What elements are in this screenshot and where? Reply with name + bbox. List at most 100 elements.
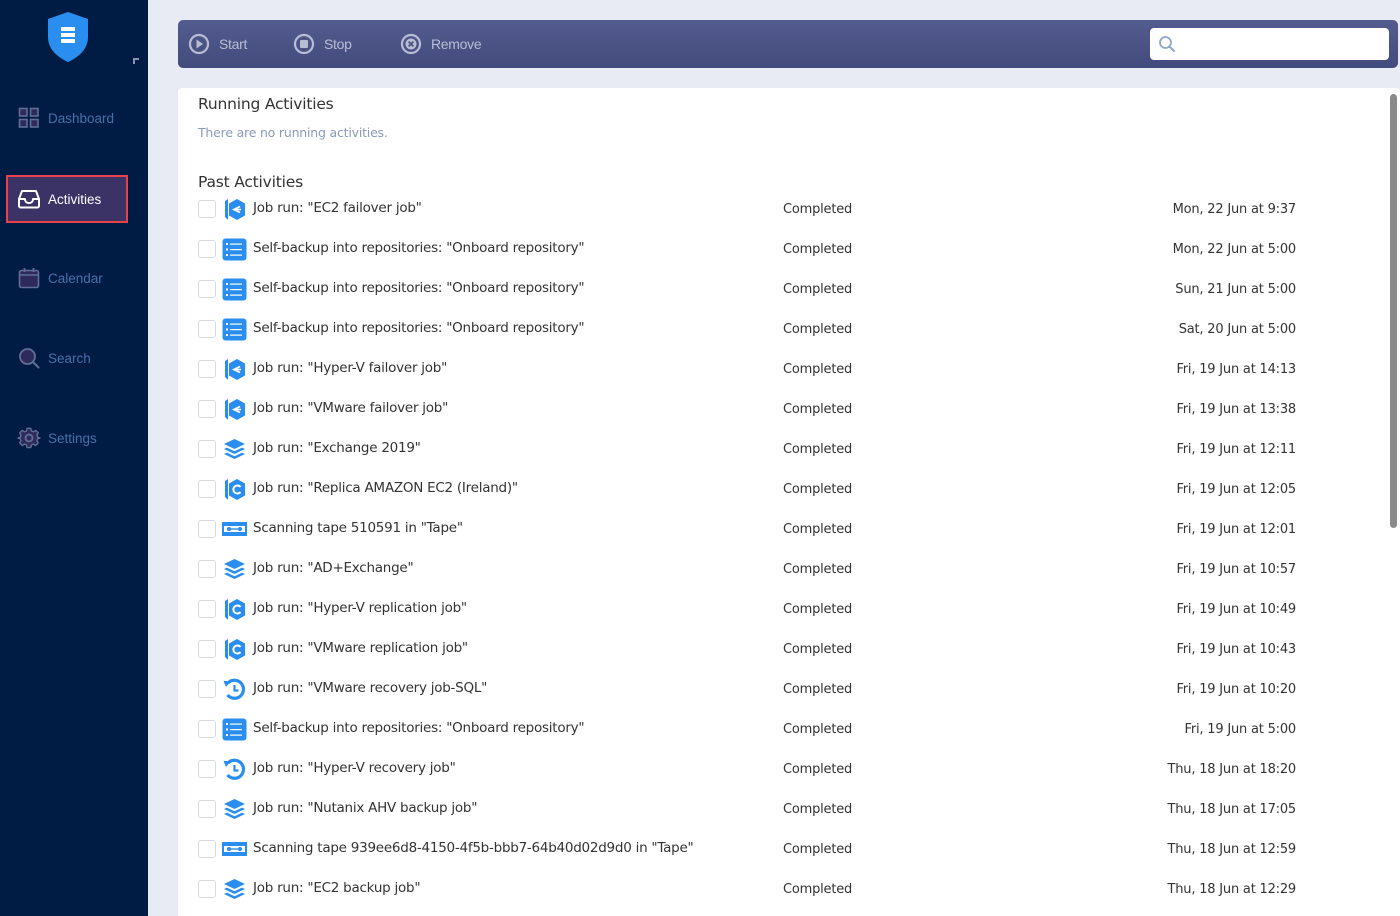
sidebar-item-label: Search	[48, 350, 91, 366]
row-checkbox[interactable]	[198, 880, 216, 898]
activity-status: Completed	[783, 882, 853, 897]
activity-status: Completed	[783, 482, 853, 497]
row-checkbox[interactable]	[198, 600, 216, 618]
activity-name[interactable]: Self-backup into repositories: "Onboard …	[253, 280, 585, 296]
activity-name[interactable]: Job run: "Hyper-V replication job"	[253, 600, 467, 616]
stop-button[interactable]: Stop	[293, 33, 352, 55]
row-checkbox[interactable]	[198, 400, 216, 418]
activity-row[interactable]: Job run: "VMware failover job" Completed F…	[178, 390, 1378, 430]
activity-status: Completed	[783, 562, 853, 577]
activities-panel: Running Activities There are no running …	[178, 88, 1400, 916]
activity-row[interactable]: Job run: "Hyper-V replication job" Comple…	[178, 590, 1378, 630]
remove-button[interactable]: Remove	[400, 33, 482, 55]
row-checkbox[interactable]	[198, 200, 216, 218]
activity-status: Completed	[783, 522, 853, 537]
row-checkbox[interactable]	[198, 360, 216, 378]
activity-row[interactable]: Job run: "Replica AMAZON EC2 (Ireland)" C…	[178, 470, 1378, 510]
row-checkbox[interactable]	[198, 240, 216, 258]
activity-time: Thu, 18 Jun at 12:59	[1167, 842, 1297, 857]
activity-name[interactable]: Job run: "VMware replication job"	[253, 640, 468, 656]
self-backup-icon	[222, 717, 247, 742]
activity-time: Fri, 19 Jun at 5:00	[1184, 722, 1297, 737]
activity-name[interactable]: Job run: "Hyper-V recovery job"	[253, 760, 456, 776]
row-checkbox[interactable]	[198, 640, 216, 658]
vertical-scrollbar[interactable]	[1390, 94, 1397, 528]
row-checkbox[interactable]	[198, 480, 216, 498]
activity-name[interactable]: Job run: "Replica AMAZON EC2 (Ireland)"	[253, 480, 518, 496]
activity-status: Completed	[783, 602, 853, 617]
inbox-tray-icon	[17, 187, 41, 211]
activity-name[interactable]: Self-backup into repositories: "Onboard …	[253, 720, 585, 736]
activity-name[interactable]: Job run: "EC2 failover job"	[253, 200, 422, 216]
activity-row[interactable]: Job run: "VMware replication job" Complet…	[178, 630, 1378, 670]
row-checkbox[interactable]	[198, 520, 216, 538]
backup-job-icon	[222, 437, 247, 462]
failover-job-icon	[222, 357, 247, 382]
activity-row[interactable]: Self-backup into repositories: "Onboard …	[178, 230, 1378, 270]
toolbar: Start Stop Remove	[178, 20, 1398, 68]
activity-row[interactable]: Job run: "Exchange 2019" Completed Fri, 19…	[178, 430, 1378, 470]
activity-status: Completed	[783, 362, 853, 377]
activity-name[interactable]: Job run: "VMware failover job"	[253, 400, 448, 416]
activity-name[interactable]: Job run: "VMware recovery job-SQL"	[253, 680, 487, 696]
activity-time: Mon, 22 Jun at 9:37	[1172, 202, 1297, 217]
activity-time: Fri, 19 Jun at 10:57	[1176, 562, 1296, 577]
row-checkbox[interactable]	[198, 440, 216, 458]
activity-row[interactable]: Job run: "VMware recovery job-SQL" Comple…	[178, 670, 1378, 710]
activity-row[interactable]: Job run: "Hyper-V failover job" Completed…	[178, 350, 1378, 390]
activity-name[interactable]: Job run: "Hyper-V failover job"	[253, 360, 447, 376]
row-checkbox[interactable]	[198, 280, 216, 298]
activity-time: Fri, 19 Jun at 14:13	[1176, 362, 1296, 377]
sidebar-item-calendar[interactable]: Calendar	[8, 256, 126, 300]
activity-row[interactable]: Job run: "AD+Exchange" Completed Fri, 19 J…	[178, 550, 1378, 590]
recovery-job-icon	[222, 757, 247, 782]
sidebar-item-settings[interactable]: Settings	[8, 416, 126, 460]
tape-icon	[222, 837, 247, 862]
activity-name[interactable]: Self-backup into repositories: "Onboard …	[253, 240, 585, 256]
activity-row[interactable]: Self-backup into repositories: "Onboard …	[178, 710, 1378, 750]
activity-time: Fri, 19 Jun at 10:43	[1176, 642, 1296, 657]
sidebar-item-activities[interactable]: Activities	[6, 175, 128, 223]
activity-status: Completed	[783, 202, 853, 217]
activity-name[interactable]: Job run: "Nutanix AHV backup job"	[253, 800, 477, 816]
activity-row[interactable]: Self-backup into repositories: "Onboard …	[178, 270, 1378, 310]
activity-row[interactable]: Job run: "EC2 backup job" Completed Thu, 1…	[178, 870, 1378, 910]
backup-job-icon	[222, 797, 247, 822]
activity-name[interactable]: Self-backup into repositories: "Onboard …	[253, 320, 585, 336]
activity-row[interactable]: Scanning tape 939ee6d8-4150-4f5b-bbb7-64…	[178, 830, 1378, 870]
activity-row[interactable]: Job run: "EC2 failover job" Completed Mon,…	[178, 190, 1378, 230]
activity-time: Mon, 22 Jun at 5:00	[1172, 242, 1297, 257]
sidebar-item-label: Settings	[48, 430, 97, 446]
row-checkbox[interactable]	[198, 760, 216, 778]
search-field[interactable]	[1150, 28, 1389, 60]
start-button[interactable]: Start	[188, 33, 247, 55]
activity-row[interactable]: Job run: "Nutanix AHV backup job" Complet…	[178, 790, 1378, 830]
row-checkbox[interactable]	[198, 560, 216, 578]
activity-name[interactable]: Job run: "AD+Exchange"	[253, 560, 414, 576]
row-checkbox[interactable]	[198, 680, 216, 698]
calendar-icon	[17, 266, 41, 290]
activity-name[interactable]: Scanning tape 939ee6d8-4150-4f5b-bbb7-64…	[253, 840, 694, 856]
row-checkbox[interactable]	[198, 720, 216, 738]
row-checkbox[interactable]	[198, 840, 216, 858]
sidebar-item-search[interactable]: Search	[8, 336, 126, 380]
running-activities-title: Running Activities	[198, 95, 334, 113]
activity-time: Thu, 18 Jun at 17:05	[1167, 802, 1297, 817]
activity-name[interactable]: Job run: "EC2 backup job"	[253, 880, 421, 896]
row-checkbox[interactable]	[198, 320, 216, 338]
row-checkbox[interactable]	[198, 800, 216, 818]
activity-time: Fri, 19 Jun at 12:11	[1176, 442, 1296, 457]
activity-row[interactable]: Job run: "Hyper-V recovery job" Completed…	[178, 750, 1378, 790]
sidebar-item-dashboard[interactable]: Dashboard	[8, 96, 126, 140]
self-backup-icon	[222, 237, 247, 262]
activity-status: Completed	[783, 242, 853, 257]
activity-row[interactable]: Self-backup into repositories: "Onboard …	[178, 310, 1378, 350]
activity-name[interactable]: Scanning tape 510591 in "Tape"	[253, 520, 463, 536]
search-input[interactable]	[1182, 30, 1382, 58]
collapse-sidebar-handle[interactable]	[133, 58, 139, 64]
past-activities-title: Past Activities	[198, 173, 303, 191]
activity-status: Completed	[783, 642, 853, 657]
activity-row[interactable]: Scanning tape 510591 in "Tape" Completed F…	[178, 510, 1378, 550]
start-label: Start	[219, 36, 248, 52]
activity-name[interactable]: Job run: "Exchange 2019"	[253, 440, 421, 456]
